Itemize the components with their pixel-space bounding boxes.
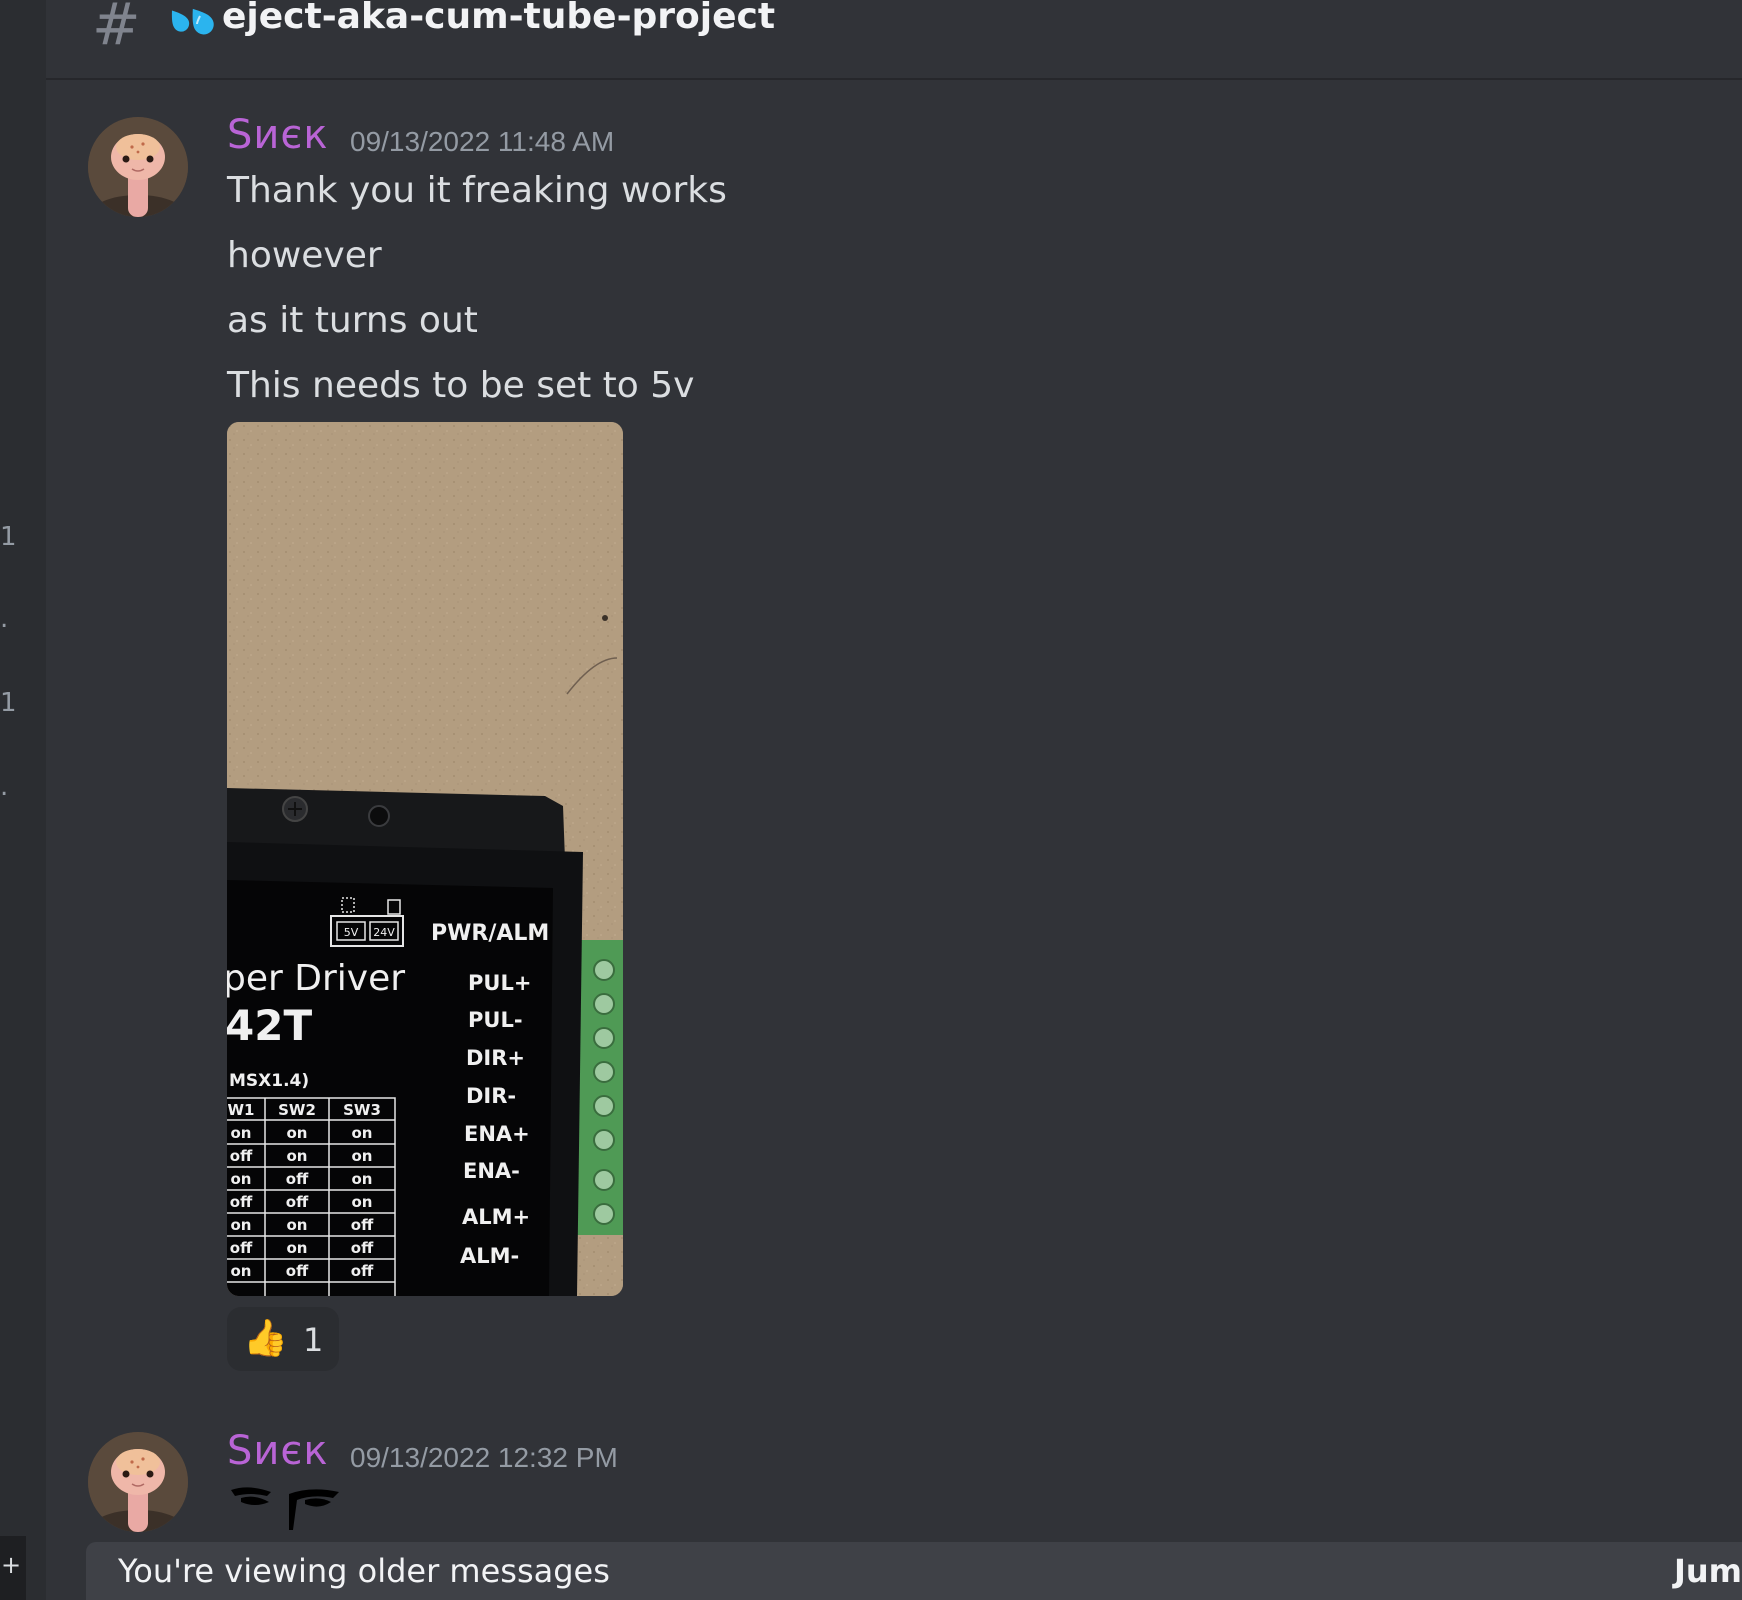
pin-label: ALM- xyxy=(460,1244,519,1268)
older-messages-banner[interactable]: You're viewing older messages Jum xyxy=(86,1542,1742,1600)
dip-table-cell: off xyxy=(230,1147,253,1165)
dip-table-cell: off xyxy=(286,1262,309,1280)
dip-table-cell: off xyxy=(230,1239,253,1257)
dip-table-cell: on xyxy=(231,1170,252,1188)
pin-label: ALM+ xyxy=(462,1205,530,1229)
dip-table-cell: off xyxy=(351,1262,374,1280)
message-timestamp: 09/13/2022 11:48 AM xyxy=(350,126,615,157)
thumbs-up-icon: 👍 xyxy=(243,1318,288,1359)
channel-name[interactable]: eject-aka-cum-tube-project xyxy=(222,0,775,37)
unread-count: 1 xyxy=(0,522,17,552)
table-caption: MSX1.4) xyxy=(229,1071,309,1091)
channel-list-edge: 1 . 1 . + xyxy=(0,0,46,1600)
message-text: This needs to be set to 5v xyxy=(227,365,695,406)
dip-table-cell: off xyxy=(286,1193,309,1211)
pin-label: PUL+ xyxy=(468,971,531,995)
hash-icon: # xyxy=(92,0,141,58)
sweat-droplets-icon xyxy=(171,8,214,35)
label-24v: 24V xyxy=(373,926,395,939)
dip-table-cell: on xyxy=(352,1147,373,1165)
dip-table-cell: on xyxy=(287,1239,308,1257)
dip-table-cell: on xyxy=(352,1170,373,1188)
pin-label: ENA+ xyxy=(464,1122,530,1146)
pin-label: DIR+ xyxy=(466,1046,525,1070)
list-dot: . xyxy=(0,604,9,634)
pin-label: PUL- xyxy=(468,1008,523,1032)
pin-label: DIR- xyxy=(466,1084,516,1108)
snake-avatar-icon xyxy=(88,117,188,217)
avatar[interactable] xyxy=(88,117,188,217)
reaction-thumbs-up[interactable]: 👍 1 xyxy=(227,1307,339,1371)
dip-table-cell: on xyxy=(231,1216,252,1234)
dip-table-cell: on xyxy=(287,1216,308,1234)
stepper-driver-photo: 5V 24V PWR/ALM per Driver 42T MSX1.4) PU… xyxy=(227,422,623,1296)
dip-table-cell: off xyxy=(351,1216,374,1234)
dip-table-cell: on xyxy=(231,1262,252,1280)
username[interactable]: Ѕиєк xyxy=(227,112,329,158)
driver-title: per Driver xyxy=(227,958,405,999)
image-attachment[interactable]: 5V 24V PWR/ALM per Driver 42T MSX1.4) PU… xyxy=(227,422,623,1296)
jump-to-present-button[interactable]: Jum xyxy=(1674,1552,1742,1590)
dip-table-cell: on xyxy=(231,1124,252,1142)
dip-table-cell: on xyxy=(287,1147,308,1165)
list-dot: . xyxy=(0,772,9,802)
older-messages-text: You're viewing older messages xyxy=(118,1552,610,1590)
svg-text:SW2: SW2 xyxy=(278,1101,316,1119)
svg-text:W1: W1 xyxy=(228,1101,255,1119)
svg-text:SW3: SW3 xyxy=(343,1101,381,1119)
message-text: however xyxy=(227,235,382,276)
message-text: Thank you it freaking works xyxy=(227,170,727,211)
dip-table-cell: off xyxy=(230,1193,253,1211)
snake-avatar-icon xyxy=(88,1432,188,1532)
label-5v: 5V xyxy=(344,926,359,939)
dip-table-cell: off xyxy=(286,1170,309,1188)
dip-table-cell: on xyxy=(352,1124,373,1142)
label-pwr-alm: PWR/ALM xyxy=(431,921,549,946)
dip-table-cell: on xyxy=(352,1193,373,1211)
meme-face-emoji xyxy=(231,1487,339,1530)
reaction-count: 1 xyxy=(303,1321,324,1359)
message-timestamp: 09/13/2022 12:32 PM xyxy=(350,1442,618,1473)
add-button[interactable]: + xyxy=(0,1536,26,1600)
driver-model: 42T xyxy=(227,1001,312,1050)
unread-count: 1 xyxy=(0,688,17,718)
avatar[interactable] xyxy=(88,1432,188,1532)
pin-label: ENA- xyxy=(463,1159,520,1183)
username[interactable]: Ѕиєк xyxy=(227,1428,329,1474)
dip-table-cell: off xyxy=(351,1239,374,1257)
dip-table-cell: on xyxy=(287,1124,308,1142)
message-text: as it turns out xyxy=(227,300,478,341)
